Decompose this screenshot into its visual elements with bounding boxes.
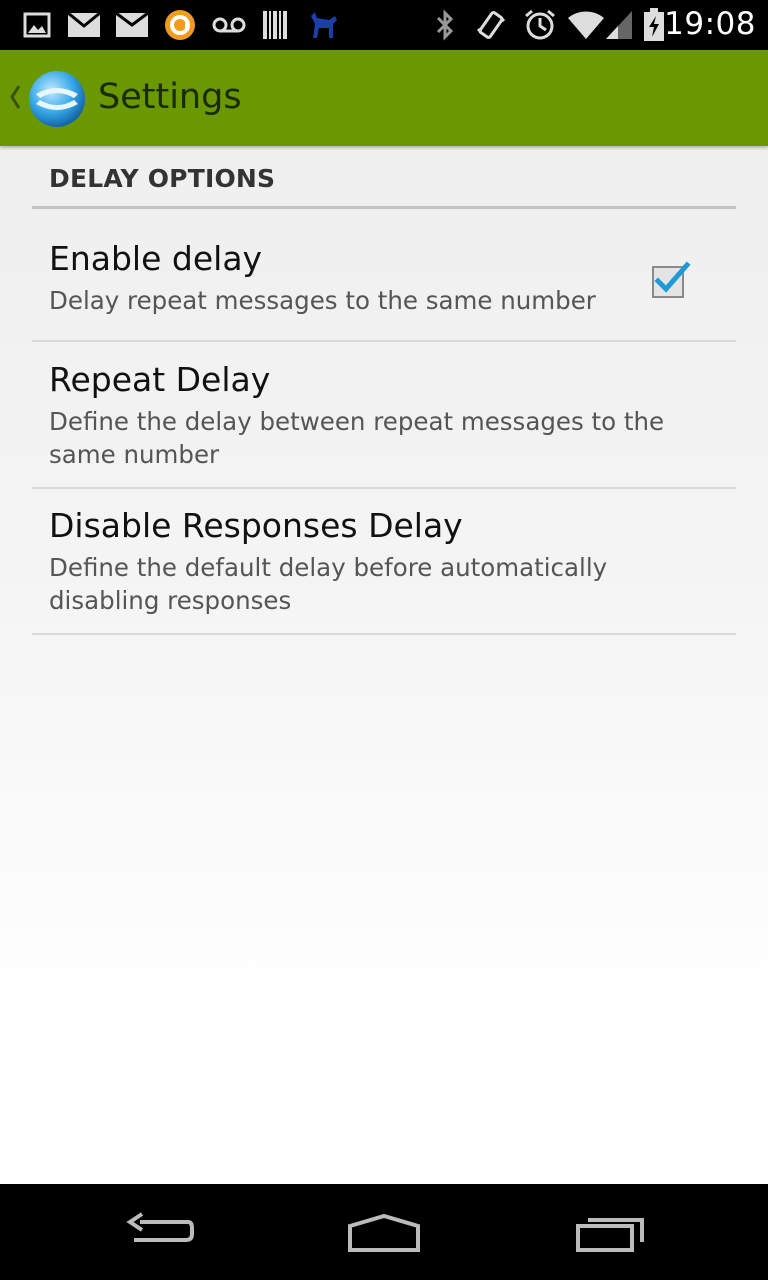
pref-enable-delay[interactable]: Enable delay Delay repeat messages to th… <box>32 209 736 342</box>
dog-icon <box>306 8 342 42</box>
pref-title: Disable Responses Delay <box>49 506 463 545</box>
home-icon[interactable] <box>346 1206 422 1261</box>
page-title: Settings <box>98 77 242 117</box>
amazon-icon <box>163 8 197 42</box>
email-icon <box>114 8 150 42</box>
pref-title: Enable delay <box>49 239 263 278</box>
pref-summary: Delay repeat messages to the same number <box>49 286 596 315</box>
signal-icon <box>604 8 634 42</box>
enable-delay-checkbox[interactable] <box>651 261 691 299</box>
up-caret-icon[interactable] <box>8 84 22 115</box>
pref-summary: Define the default delay before automati… <box>49 553 608 615</box>
alarm-icon <box>522 8 558 42</box>
section-header: DELAY OPTIONS <box>49 164 276 193</box>
vibrate-icon <box>474 8 508 42</box>
bluetooth-icon <box>432 8 458 42</box>
settings-list: DELAY OPTIONS Enable delay Delay repeat … <box>0 146 768 1184</box>
status-bar: 19:08 <box>0 0 768 50</box>
wifi-icon <box>566 8 606 42</box>
recent-apps-icon[interactable] <box>574 1206 648 1261</box>
gallery-icon <box>20 8 54 42</box>
action-bar: Settings <box>0 50 768 146</box>
pref-disable-responses-delay[interactable]: Disable Responses Delay Define the defau… <box>32 488 736 635</box>
pref-repeat-delay[interactable]: Repeat Delay Define the delay between re… <box>32 342 736 489</box>
voicemail-icon <box>211 8 247 42</box>
pref-summary: Define the delay between repeat messages… <box>49 407 665 469</box>
navigation-bar <box>0 1184 768 1280</box>
gmail-icon <box>66 8 102 42</box>
clock: 19:08 <box>664 6 756 42</box>
barcode-icon <box>260 8 290 42</box>
back-icon[interactable] <box>122 1206 196 1261</box>
app-logo-icon[interactable] <box>26 68 88 130</box>
pref-title: Repeat Delay <box>49 360 271 399</box>
divider <box>32 633 736 635</box>
